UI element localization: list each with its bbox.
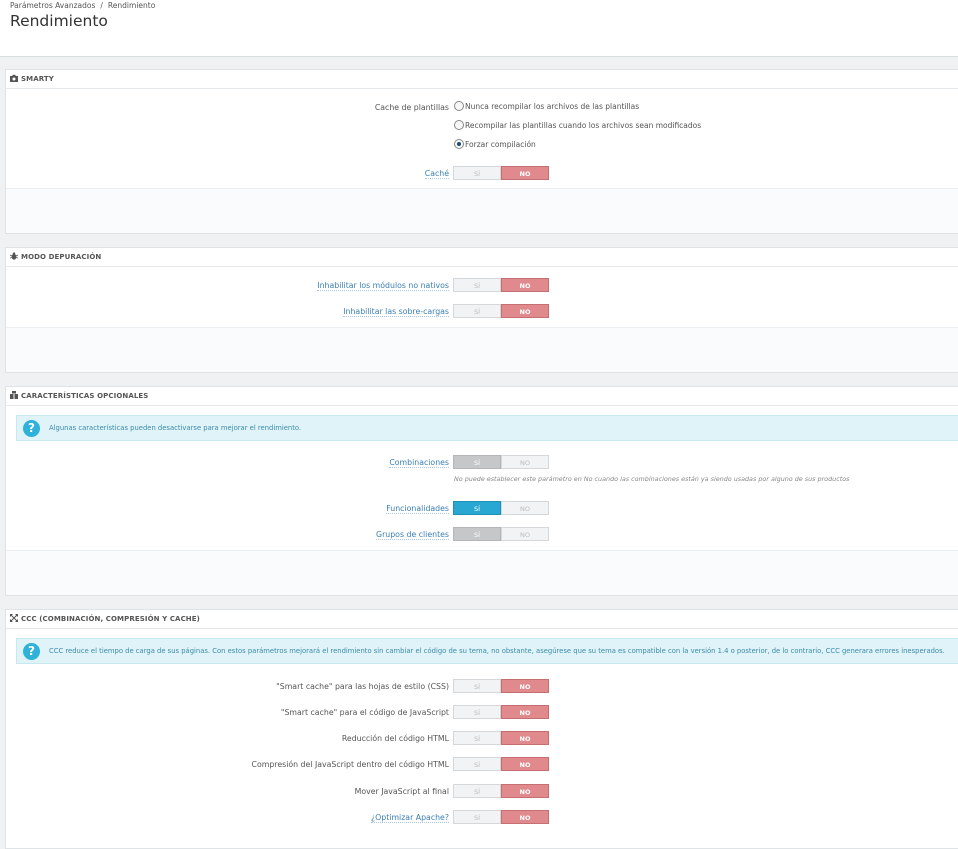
disable-overrides-label: Inhabilitar las sobre-cargas xyxy=(343,307,449,317)
ccc-move-js-no[interactable]: NO xyxy=(501,784,549,798)
combinations-yes[interactable]: SÍ xyxy=(453,455,501,469)
cache-toggle-yes[interactable]: SÍ xyxy=(453,166,501,180)
breadcrumb-item-advanced[interactable]: Parámetros Avanzados xyxy=(10,1,95,10)
ccc-html-no[interactable]: NO xyxy=(501,731,549,745)
ccc-css-no[interactable]: NO xyxy=(501,679,549,693)
bug-icon xyxy=(10,252,18,260)
debug-panel-footer xyxy=(6,327,958,372)
radio-never-recompile-label: Nunca recompilar los archivos de las pla… xyxy=(465,102,640,111)
ccc-html-toggle[interactable]: SÍ NO xyxy=(453,731,549,745)
ccc-css-toggle[interactable]: SÍ NO xyxy=(453,679,549,693)
radio-button-icon[interactable] xyxy=(454,120,464,130)
ccc-move-js-yes[interactable]: SÍ xyxy=(453,784,501,798)
fullscreen-arrows-icon xyxy=(10,614,18,622)
radio-button-selected-icon[interactable] xyxy=(454,139,464,149)
features-yes[interactable]: SÍ xyxy=(453,501,501,515)
breadcrumb: Parámetros Avanzados / Rendimiento xyxy=(10,1,155,10)
disable-non-native-yes[interactable]: SÍ xyxy=(453,278,501,292)
customer-groups-no[interactable]: NO xyxy=(501,527,549,541)
radio-recompile-modified-label: Recompilar las plantillas cuando los arc… xyxy=(465,121,702,130)
disable-non-native-no[interactable]: NO xyxy=(501,278,549,292)
customer-groups-toggle[interactable]: SÍ NO xyxy=(453,527,549,541)
page-title: Rendimiento xyxy=(10,12,108,30)
radio-force-compile[interactable]: Forzar compilación xyxy=(454,139,536,150)
ccc-move-js-toggle[interactable]: SÍ NO xyxy=(453,784,549,798)
ccc-inline-js-yes[interactable]: SÍ xyxy=(453,757,501,771)
cache-toggle-no[interactable]: NO xyxy=(501,166,549,180)
question-icon: ? xyxy=(23,643,40,660)
ccc-panel: CCC (COMBINACIÓN, COMPRESIÓN Y CACHE) ? … xyxy=(5,609,958,849)
debug-panel-heading: MODO DEPURACIÓN xyxy=(6,248,958,267)
optional-heading-text: CARACTERÍSTICAS OPCIONALES xyxy=(21,392,149,400)
combinations-no[interactable]: NO xyxy=(501,455,549,469)
ccc-apache-yes[interactable]: SÍ xyxy=(453,810,501,824)
disable-overrides-toggle[interactable]: SÍ NO xyxy=(453,304,549,318)
ccc-js-label: "Smart cache" para el código de JavaScri… xyxy=(280,708,449,717)
camera-icon xyxy=(10,74,18,82)
disable-non-native-toggle[interactable]: SÍ NO xyxy=(453,278,549,292)
ccc-info-alert: ? CCC reduce el tiempo de carga de sus p… xyxy=(16,638,958,664)
customer-groups-yes[interactable]: SÍ xyxy=(453,527,501,541)
smarty-heading-text: SMARTY xyxy=(21,75,54,83)
question-icon: ? xyxy=(23,420,40,437)
cache-label: Caché xyxy=(424,169,449,179)
radio-recompile-modified[interactable]: Recompilar las plantillas cuando los arc… xyxy=(454,120,702,131)
combinations-help-text: No puede establecer este parámetro en No… xyxy=(454,475,850,483)
ccc-inline-js-toggle[interactable]: SÍ NO xyxy=(453,757,549,771)
smarty-panel: SMARTY Cache de plantillas Nunca recompi… xyxy=(5,69,958,234)
breadcrumb-item-performance[interactable]: Rendimiento xyxy=(108,1,155,10)
ccc-info-text: CCC reduce el tiempo de carga de sus pág… xyxy=(49,647,945,655)
ccc-html-yes[interactable]: SÍ xyxy=(453,731,501,745)
optional-panel-footer xyxy=(6,550,958,595)
smarty-panel-heading: SMARTY xyxy=(6,70,958,89)
radio-force-compile-label: Forzar compilación xyxy=(465,140,536,149)
ccc-css-label: "Smart cache" para las hojas de estilo (… xyxy=(276,682,449,691)
features-toggle[interactable]: SÍ NO xyxy=(453,501,549,515)
smarty-panel-footer xyxy=(6,188,958,233)
combinations-label: Combinaciones xyxy=(389,458,449,468)
combinations-toggle[interactable]: SÍ NO xyxy=(453,455,549,469)
ccc-apache-toggle[interactable]: SÍ NO xyxy=(453,810,549,824)
cache-toggle[interactable]: SÍ NO xyxy=(453,166,549,180)
ccc-css-yes[interactable]: SÍ xyxy=(453,679,501,693)
optional-info-alert: ? Algunas características pueden desacti… xyxy=(16,415,958,441)
page-header: Parámetros Avanzados / Rendimiento Rendimi… xyxy=(0,0,958,57)
features-label: Funcionalidades xyxy=(386,504,449,514)
optional-info-text: Algunas características pueden desactiva… xyxy=(49,424,302,432)
ccc-inline-js-label: Compresión del JavaScript dentro del cód… xyxy=(251,760,449,769)
ccc-heading-text: CCC (COMBINACIÓN, COMPRESIÓN Y CACHE) xyxy=(21,615,200,623)
ccc-js-yes[interactable]: SÍ xyxy=(453,705,501,719)
disable-overrides-no[interactable]: NO xyxy=(501,304,549,318)
ccc-apache-label: ¿Optimizar Apache? xyxy=(371,813,449,823)
radio-button-icon[interactable] xyxy=(454,101,464,111)
ccc-js-no[interactable]: NO xyxy=(501,705,549,719)
disable-non-native-label: Inhabilitar los módulos no nativos xyxy=(317,281,449,291)
template-cache-label: Cache de plantillas xyxy=(374,103,449,112)
radio-never-recompile[interactable]: Nunca recompilar los archivos de las pla… xyxy=(454,101,640,112)
features-no[interactable]: NO xyxy=(501,501,549,515)
ccc-inline-js-no[interactable]: NO xyxy=(501,757,549,771)
debug-heading-text: MODO DEPURACIÓN xyxy=(21,253,102,261)
customer-groups-label: Grupos de clientes xyxy=(376,530,449,540)
ccc-html-label: Reducción del código HTML xyxy=(341,734,449,743)
debug-panel: MODO DEPURACIÓN Inhabilitar los módulos … xyxy=(5,247,958,373)
ccc-apache-no[interactable]: NO xyxy=(501,810,549,824)
optional-panel-heading: CARACTERÍSTICAS OPCIONALES xyxy=(6,387,958,406)
optional-features-panel: CARACTERÍSTICAS OPCIONALES ? Algunas car… xyxy=(5,386,958,596)
ccc-move-js-label: Mover JavaScript al final xyxy=(354,787,449,796)
ccc-panel-heading: CCC (COMBINACIÓN, COMPRESIÓN Y CACHE) xyxy=(6,610,958,629)
puzzle-icon xyxy=(10,391,18,399)
disable-overrides-yes[interactable]: SÍ xyxy=(453,304,501,318)
breadcrumb-separator: / xyxy=(100,1,103,10)
ccc-js-toggle[interactable]: SÍ NO xyxy=(453,705,549,719)
